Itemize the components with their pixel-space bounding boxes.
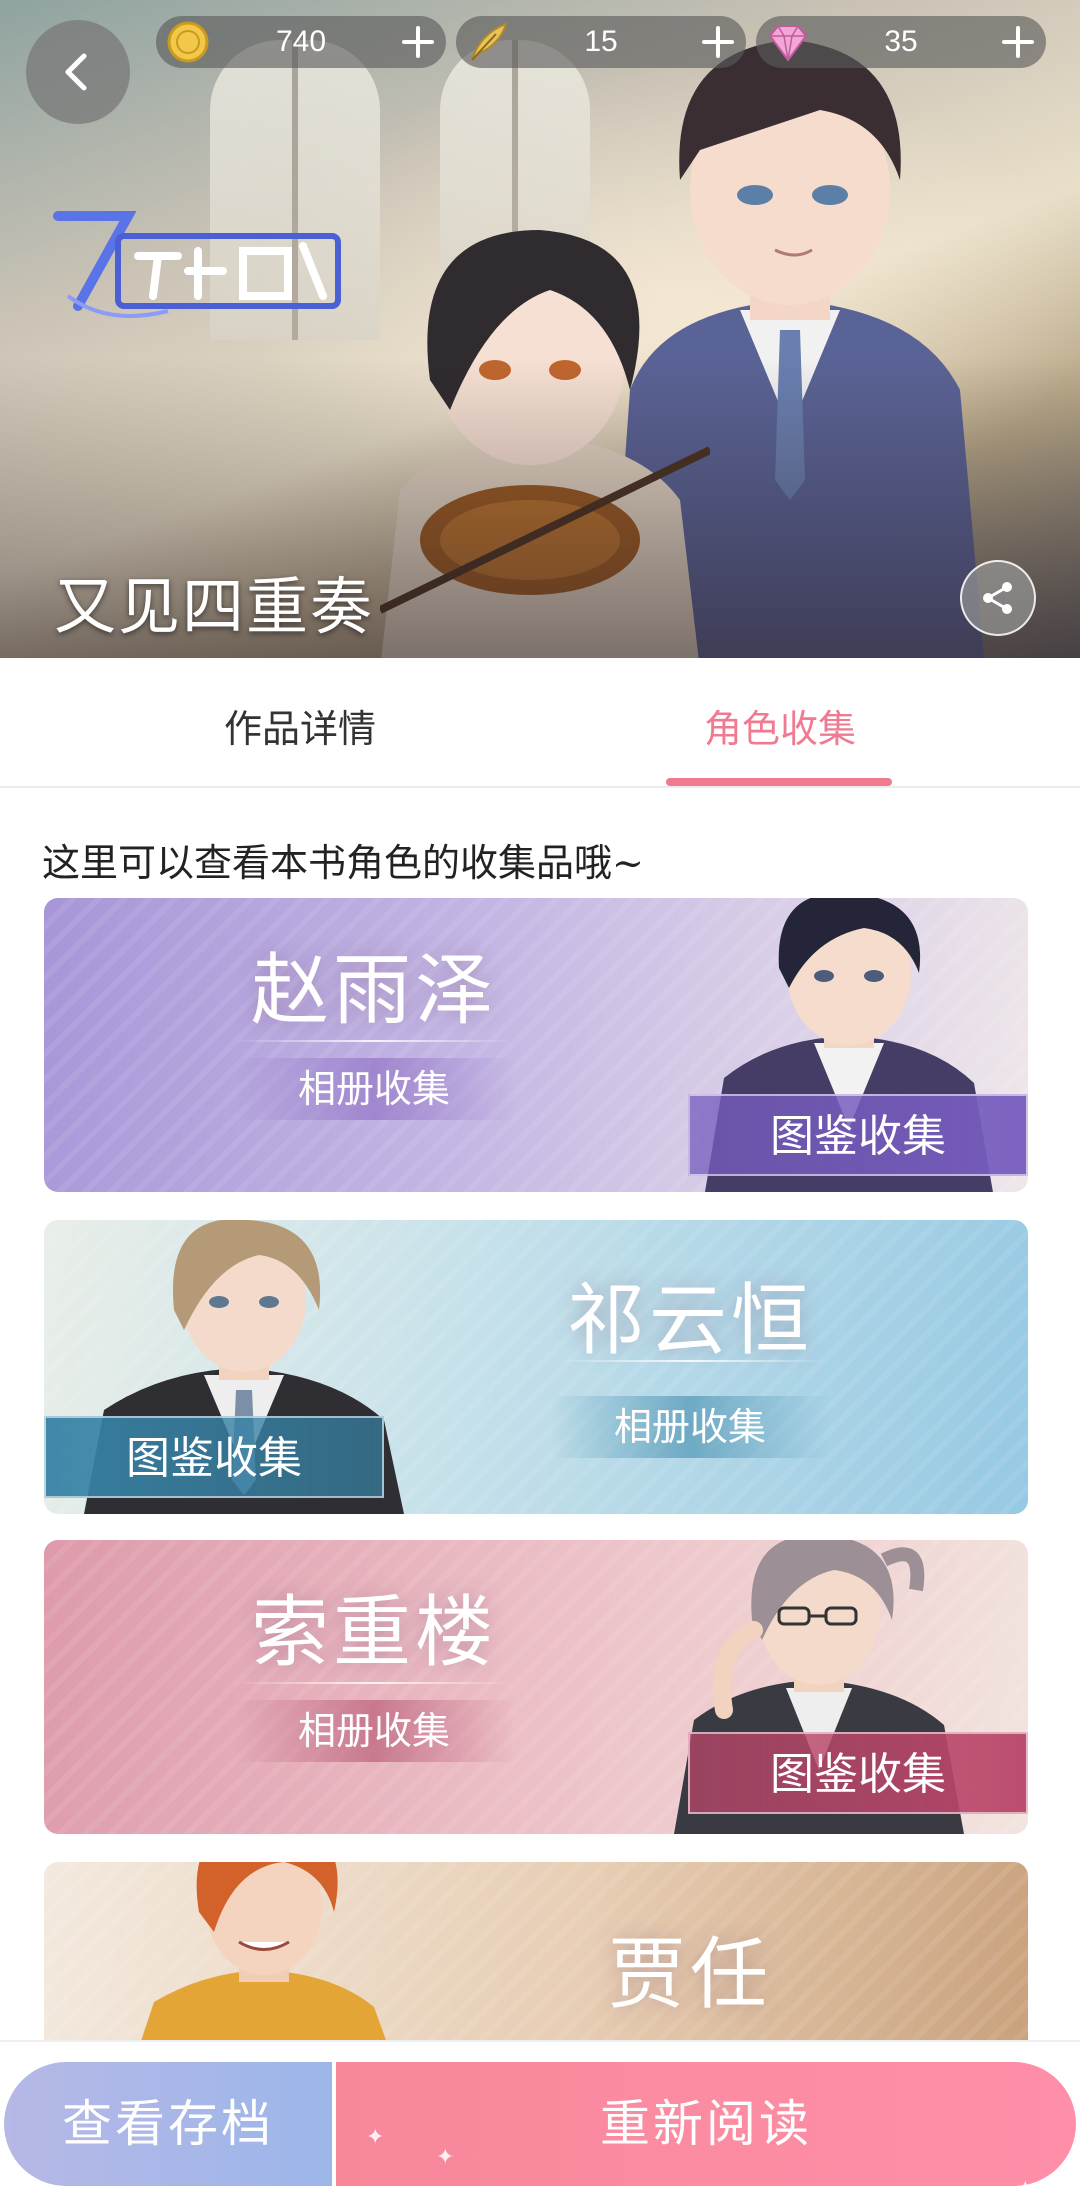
sparkle-decoration: ✦ [436, 2145, 458, 2170]
book-cover-banner: 740 15 35 又见四重奏 [0, 0, 1080, 658]
diamond-amount: 35 [884, 25, 918, 58]
name-divider [550, 1360, 830, 1362]
back-button[interactable] [26, 20, 130, 124]
character-name: 贾任 [607, 1930, 772, 2020]
sparkle-decoration: ✦ [366, 2125, 388, 2150]
quill-feather-icon [471, 22, 508, 61]
character-portrait [134, 1862, 394, 2062]
album-collection-button[interactable]: 相册收集 [550, 1396, 830, 1458]
codex-collection-button[interactable]: 图鉴收集 [688, 1094, 1028, 1176]
add-quill-button[interactable] [696, 20, 740, 64]
gold-coin-icon [167, 21, 209, 63]
tab-work-details[interactable]: 作品详情 [150, 698, 450, 753]
reread-label: 重新阅读 [600, 2095, 812, 2153]
plus-icon [402, 26, 434, 58]
tab-bar: 作品详情 角色收集 [0, 658, 1080, 788]
collection-hint: 这里可以查看本书角色的收集品哦~ [42, 841, 644, 885]
currency-quill: 15 [456, 16, 746, 68]
character-card-3[interactable]: 索重楼 相册收集 图鉴收集 [44, 1540, 1028, 1834]
sparkle-decoration: ✦ [1016, 2177, 1038, 2200]
sparkle-decoration: ✦ [881, 2187, 903, 2200]
plus-icon [1002, 26, 1034, 58]
currency-gold: 740 [156, 16, 446, 68]
currency-diamond: 35 [756, 16, 1046, 68]
plus-icon [702, 26, 734, 58]
character-name: 赵雨泽 [250, 946, 497, 1036]
reread-button[interactable]: 重新阅读 ✦ ✦ ✦ ✦ [336, 2062, 1076, 2200]
character-card-1[interactable]: 赵雨泽 相册收集 图鉴收集 [44, 898, 1028, 1192]
add-diamond-button[interactable] [996, 20, 1040, 64]
gold-amount: 740 [275, 25, 327, 58]
codex-collection-button[interactable]: 图鉴收集 [44, 1416, 384, 1498]
add-gold-button[interactable] [396, 20, 440, 64]
tab-character-collection[interactable]: 角色收集 [630, 698, 930, 753]
diamond-icon [768, 25, 808, 62]
album-collection-button[interactable]: 相册收集 [234, 1700, 514, 1762]
chevron-left-icon [65, 53, 87, 91]
book-logo [53, 211, 341, 318]
name-divider [234, 1040, 514, 1042]
share-button[interactable] [960, 560, 1036, 636]
quill-amount: 15 [584, 25, 618, 58]
share-icon [983, 582, 1012, 614]
character-name: 祁云恒 [566, 1276, 813, 1366]
character-name: 索重楼 [250, 1588, 497, 1678]
view-archive-button[interactable]: 查看存档 [4, 2062, 332, 2186]
character-card-4[interactable]: 贾任 [44, 1862, 1028, 2062]
bottom-action-bar: 查看存档 重新阅读 ✦ ✦ ✦ ✦ [0, 2040, 1080, 2200]
name-divider [234, 1682, 514, 1684]
album-collection-button[interactable]: 相册收集 [234, 1058, 514, 1120]
book-title: 又见四重奏 [54, 570, 375, 643]
active-tab-indicator [666, 778, 892, 786]
codex-collection-button[interactable]: 图鉴收集 [688, 1732, 1028, 1814]
character-card-2[interactable]: 祁云恒 相册收集 图鉴收集 [44, 1220, 1028, 1514]
